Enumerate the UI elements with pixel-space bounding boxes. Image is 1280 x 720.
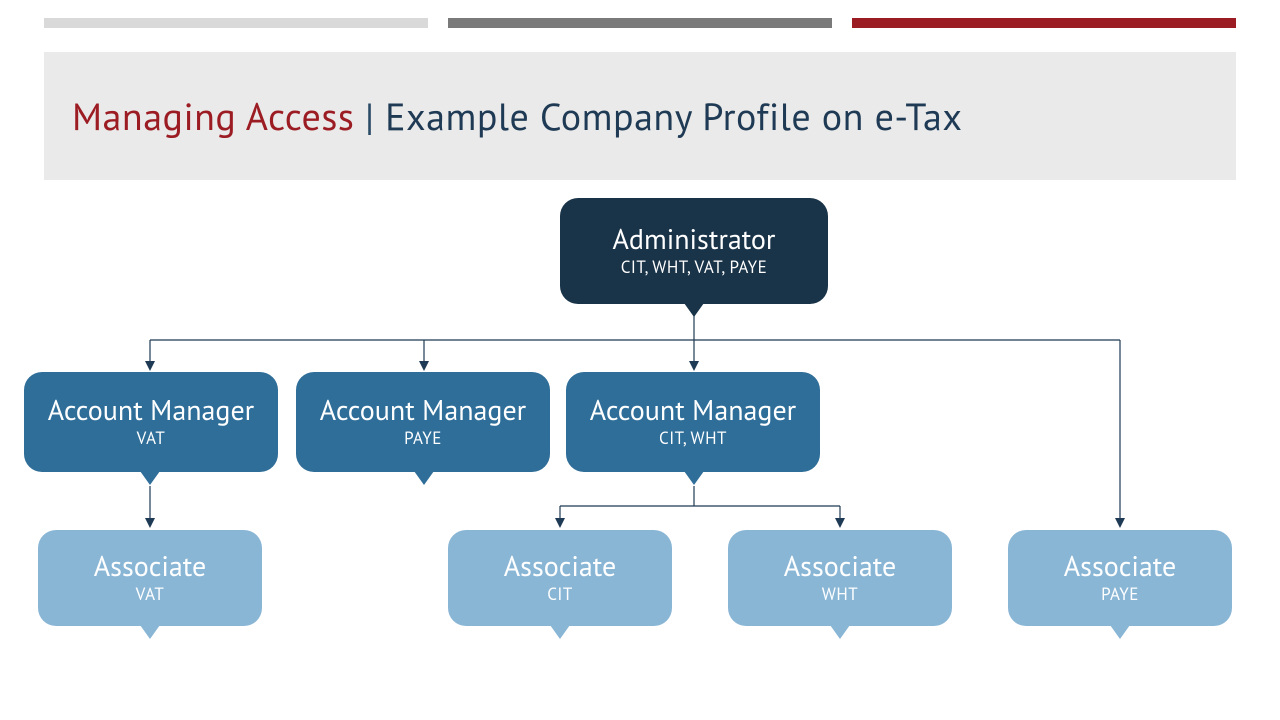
pointer-icon: [140, 625, 160, 639]
node-sub: CIT, WHT, VAT, PAYE: [621, 256, 768, 278]
pointer-icon: [1110, 625, 1130, 639]
bar-light: [44, 18, 428, 28]
node-role: Associate: [1064, 551, 1176, 582]
node-sub: CIT, WHT: [659, 427, 727, 449]
pointer-icon: [830, 625, 850, 639]
node-sub: WHT: [822, 583, 858, 605]
node-role: Account Manager: [590, 395, 796, 426]
pointer-icon: [140, 471, 160, 485]
node-role: Associate: [94, 551, 206, 582]
pointer-icon: [684, 303, 704, 317]
title-separator: |: [354, 92, 385, 141]
node-manager-paye: Account Manager PAYE: [296, 372, 550, 472]
node-manager-vat: Account Manager VAT: [24, 372, 278, 472]
pointer-icon: [414, 471, 434, 485]
header-panel: Managing Access | Example Company Profil…: [44, 52, 1236, 180]
node-sub: VAT: [137, 427, 166, 449]
node-sub: VAT: [136, 583, 165, 605]
decorative-top-bars: [44, 18, 1236, 28]
title-secondary: Example Company Profile on e-Tax: [385, 92, 962, 141]
node-role: Account Manager: [320, 395, 526, 426]
node-associate-cit: Associate CIT: [448, 530, 672, 626]
pointer-icon: [550, 625, 570, 639]
node-sub: CIT: [547, 583, 573, 605]
bar-red: [852, 18, 1236, 28]
node-role: Account Manager: [48, 395, 254, 426]
node-administrator: Administrator CIT, WHT, VAT, PAYE: [560, 198, 828, 304]
node-role: Administrator: [613, 224, 776, 255]
node-manager-cit-wht: Account Manager CIT, WHT: [566, 372, 820, 472]
node-associate-wht: Associate WHT: [728, 530, 952, 626]
node-role: Associate: [504, 551, 616, 582]
title-primary: Managing Access: [72, 92, 354, 141]
page-title: Managing Access | Example Company Profil…: [72, 92, 962, 141]
bar-mid: [448, 18, 832, 28]
node-associate-vat: Associate VAT: [38, 530, 262, 626]
node-associate-paye: Associate PAYE: [1008, 530, 1232, 626]
pointer-icon: [684, 471, 704, 485]
node-role: Associate: [784, 551, 896, 582]
node-sub: PAYE: [404, 427, 442, 449]
node-sub: PAYE: [1101, 583, 1139, 605]
